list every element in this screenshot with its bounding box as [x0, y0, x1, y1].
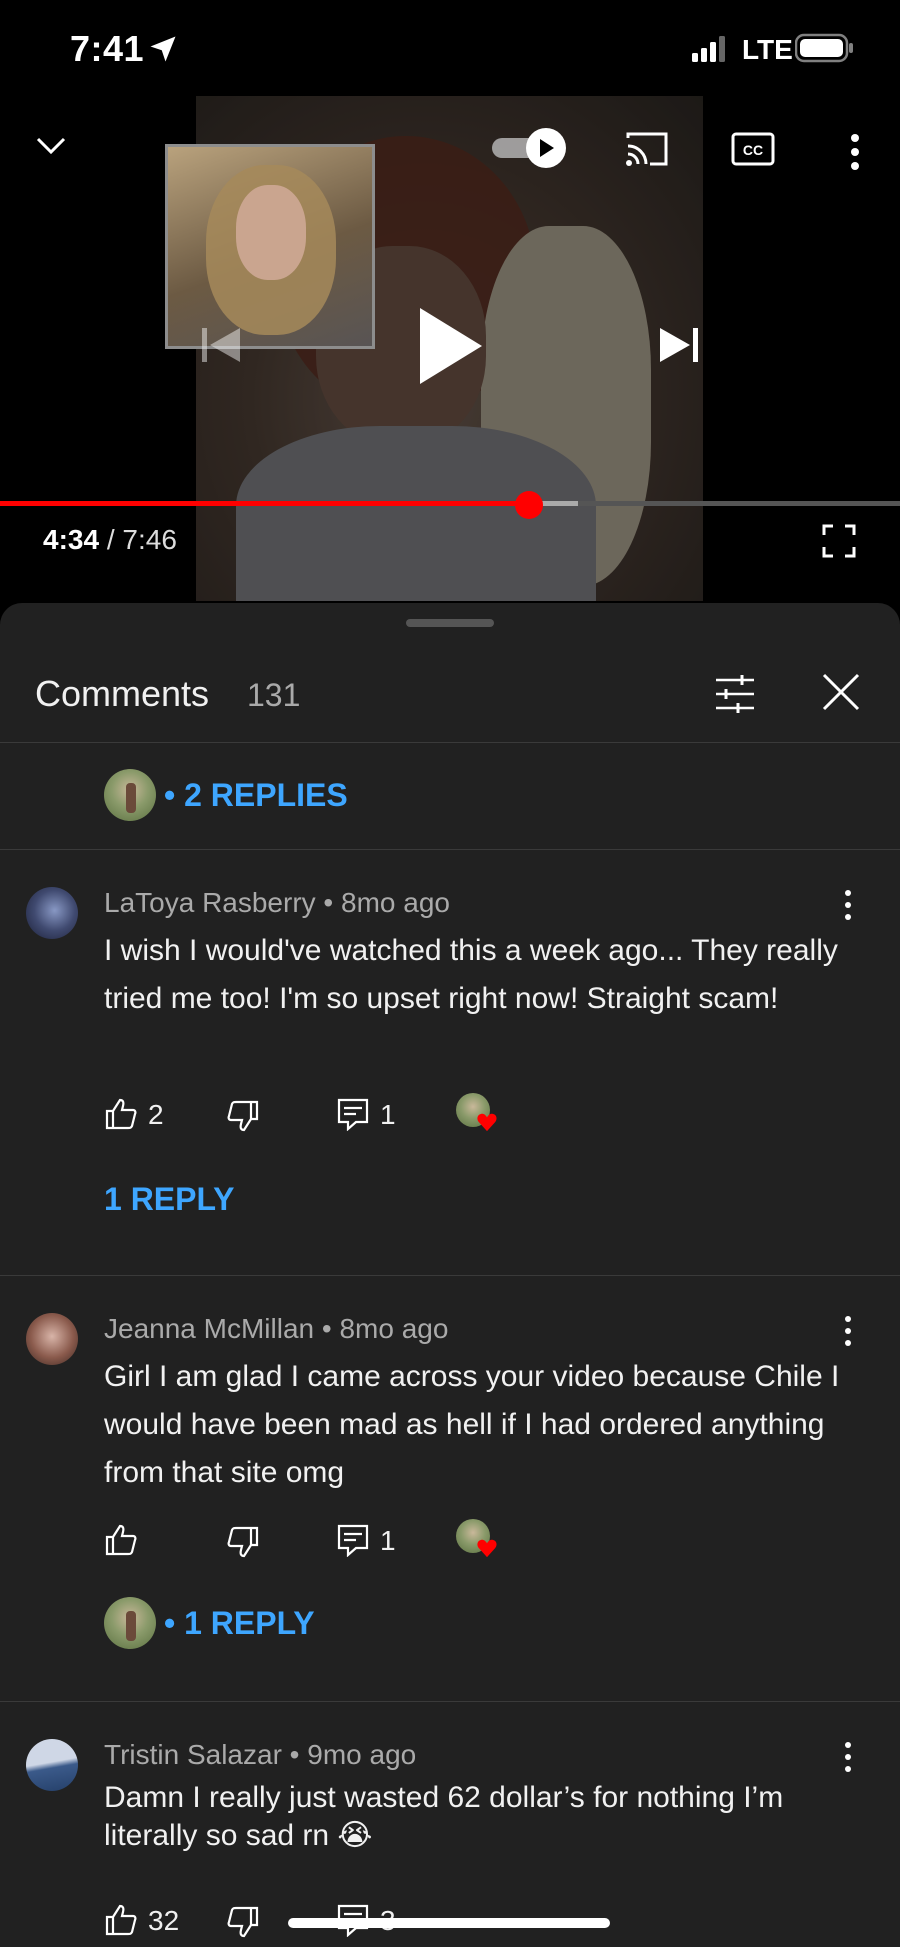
comment-author[interactable]: Tristin Salazar	[104, 1739, 282, 1770]
comments-count: 131	[247, 677, 301, 713]
filter-icon[interactable]	[712, 671, 758, 717]
more-vert-icon[interactable]	[838, 1739, 858, 1775]
home-indicator[interactable]	[288, 1918, 610, 1928]
comment-author[interactable]: LaToya Rasberry	[104, 887, 316, 918]
reply-count: 1	[380, 1525, 396, 1556]
network-type: LTE	[742, 34, 793, 65]
dislike-icon[interactable]	[226, 1525, 260, 1559]
drag-handle[interactable]	[406, 619, 494, 627]
top-replies-row[interactable]: • 2 REPLIES	[0, 743, 900, 850]
cast-icon[interactable]	[624, 130, 670, 168]
like-count: 2	[148, 1099, 164, 1130]
dislike-icon[interactable]	[226, 1905, 260, 1939]
comment-author[interactable]: Jeanna McMillan	[104, 1313, 314, 1344]
comment-meta: LaToya Rasberry • 8mo ago	[104, 887, 450, 918]
comment-text: I wish I would've watched this a week ag…	[104, 934, 838, 1015]
creator-avatar	[104, 769, 156, 821]
status-time: 7:41	[70, 28, 145, 69]
creator-heart-icon	[456, 1093, 500, 1137]
creator-avatar	[104, 1597, 156, 1649]
time-display: 4:34 / 7:46	[43, 524, 177, 556]
like-icon[interactable]	[104, 1523, 138, 1557]
comment-item: Tristin Salazar • 9mo ago Damn I really …	[0, 1739, 900, 1947]
divider	[0, 1701, 900, 1702]
comment-item: LaToya Rasberry • 8mo ago I wish I would…	[0, 887, 900, 1217]
comments-panel: Comments 131 • 2 REPLIES LaToya Rasberry…	[0, 603, 900, 1947]
comment-text: Damn I really just wasted 62 dollar’s fo…	[104, 1781, 784, 1852]
comments-header: Comments 131	[0, 651, 900, 743]
like-icon[interactable]	[104, 1097, 138, 1131]
battery-icon	[795, 33, 853, 63]
duration: 7:46	[122, 524, 177, 555]
video-player[interactable]: CC 4:34 / 7:46	[0, 96, 900, 601]
comment-actions: 2 1	[104, 1093, 804, 1137]
like-count: 32	[148, 1905, 180, 1936]
view-replies-link[interactable]: • 1 REPLY	[164, 1605, 315, 1642]
fullscreen-icon[interactable]	[822, 524, 856, 558]
status-bar: 7:41 LTE	[0, 0, 900, 96]
close-icon[interactable]	[818, 669, 864, 715]
creator-heart-icon	[456, 1519, 500, 1563]
view-replies-link[interactable]: • 2 REPLIES	[164, 777, 348, 814]
comment-age: 8mo ago	[339, 1313, 449, 1344]
next-icon[interactable]	[656, 322, 702, 368]
autoplay-toggle-icon[interactable]	[490, 126, 572, 170]
comment-age: 9mo ago	[307, 1739, 417, 1770]
current-time: 4:34	[43, 524, 100, 555]
previous-icon[interactable]	[198, 322, 244, 368]
picture-in-picture-thumbnail	[165, 144, 375, 349]
comment-actions: 1	[104, 1519, 804, 1563]
comment-age: 8mo ago	[341, 887, 450, 918]
progress-scrubber[interactable]	[515, 491, 544, 519]
comment-meta: Jeanna McMillan • 8mo ago	[104, 1313, 449, 1344]
commenter-avatar[interactable]	[26, 1739, 78, 1791]
more-vert-icon[interactable]	[838, 887, 858, 923]
like-icon[interactable]	[104, 1903, 138, 1937]
location-arrow-icon	[150, 36, 176, 62]
comment-text: Girl I am glad I came across your video …	[104, 1360, 840, 1489]
reply-icon[interactable]	[336, 1523, 370, 1557]
comment-item: Jeanna McMillan • 8mo ago Girl I am glad…	[0, 1313, 900, 1649]
svg-text:CC: CC	[743, 142, 763, 158]
chevron-down-icon[interactable]	[32, 126, 70, 164]
divider	[0, 1275, 900, 1276]
reply-icon[interactable]	[336, 1097, 370, 1131]
dislike-icon[interactable]	[226, 1099, 260, 1133]
comments-title: Comments	[35, 673, 210, 714]
signal-icon	[692, 36, 725, 62]
commenter-avatar[interactable]	[26, 887, 78, 939]
more-vert-icon[interactable]	[838, 1313, 858, 1349]
progress-played	[0, 501, 530, 506]
view-replies-link[interactable]: 1 REPLY	[104, 1181, 234, 1218]
time-separator: /	[106, 524, 115, 555]
reply-count: 1	[380, 1099, 396, 1130]
comment-meta: Tristin Salazar • 9mo ago	[104, 1739, 417, 1770]
cc-icon[interactable]: CC	[730, 130, 776, 168]
commenter-avatar[interactable]	[26, 1313, 78, 1365]
play-icon[interactable]	[416, 304, 486, 388]
more-vert-icon[interactable]	[840, 132, 870, 172]
progress-bar[interactable]	[0, 501, 900, 506]
